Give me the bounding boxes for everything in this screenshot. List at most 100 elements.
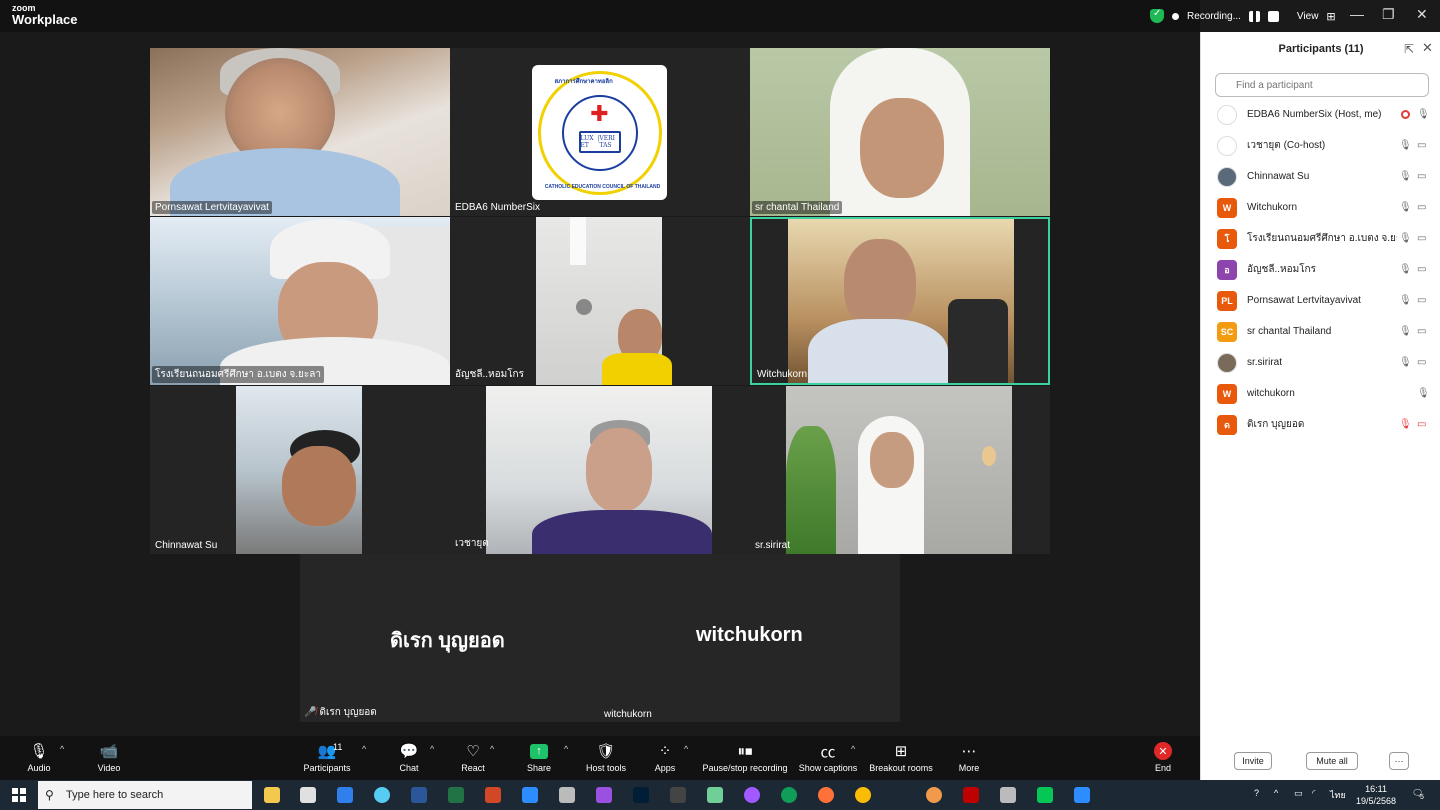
participant-row[interactable]: PL Pornsawat Lertvitayavivat 🎙 ▭ — [1201, 285, 1440, 316]
participant-row[interactable]: เวชายุต (Co-host) 🎙 ▭ — [1201, 130, 1440, 161]
browser-icon[interactable] — [374, 787, 390, 803]
participant-row[interactable]: Wwitchukorn 🎙 — [1201, 378, 1440, 409]
mail-icon[interactable] — [337, 787, 353, 803]
video-off-icon[interactable]: ▭ — [1417, 419, 1426, 430]
file-explorer-icon[interactable] — [264, 787, 280, 803]
video-tile-edba6[interactable]: ✚ LUX ET | VERI TAS สภาการศึกษาคาทอลิก C… — [450, 48, 750, 216]
invite-button[interactable]: Invite — [1234, 752, 1272, 770]
close-icon[interactable]: ✕ — [1416, 6, 1428, 23]
help-icon[interactable]: ? — [1254, 788, 1259, 798]
participant-row[interactable]: Chinnawat Su 🎙 ▭ — [1201, 161, 1440, 192]
audio-only-tiles[interactable]: ดิเรก บุญยอด 🎤̸ ดิเรก บุญยอด witchukorn w… — [300, 554, 900, 722]
video-camera-icon[interactable]: ▭ — [1417, 357, 1426, 368]
video-camera-icon[interactable]: ▭ — [1417, 202, 1426, 213]
stop-recording-icon[interactable] — [1267, 10, 1279, 22]
apps-chevron-icon[interactable]: ^ — [684, 744, 688, 754]
restore-icon[interactable]: ❐ — [1382, 6, 1395, 23]
breakout-rooms-button[interactable]: ⊞ Breakout rooms — [866, 740, 936, 778]
video-tile-wechayut[interactable]: เวชายุต — [450, 386, 750, 554]
notes-icon[interactable] — [707, 787, 723, 803]
video-camera-icon[interactable]: ▭ — [1417, 295, 1426, 306]
qr-app-icon[interactable] — [559, 787, 575, 803]
participant-row[interactable]: W Witchukorn 🎙 ▭ — [1201, 192, 1440, 223]
microphone-icon[interactable]: 🎙 — [1399, 202, 1412, 213]
participant-row[interactable]: อ อัญชลี..หอมโกร 🎙 ▭ — [1201, 254, 1440, 285]
wifi-icon[interactable]: ◜ — [1312, 788, 1316, 799]
film-icon[interactable] — [670, 787, 686, 803]
pause-recording-icon[interactable] — [1248, 10, 1260, 22]
microphone-icon[interactable]: 🎙 — [1399, 326, 1412, 337]
panel-more-button[interactable]: ··· — [1389, 752, 1409, 770]
filezilla-icon[interactable] — [963, 787, 979, 803]
participants-button[interactable]: 👥 11 Participants — [292, 740, 362, 778]
video-tile-anchali[interactable]: อัญชลี..หอมโกร — [450, 217, 750, 385]
participant-row[interactable]: sr.sirirat 🎙 ▭ — [1201, 347, 1440, 378]
microphone-icon[interactable]: 🎙 — [1399, 171, 1412, 182]
microphone-icon[interactable]: 🎙 — [1399, 140, 1412, 151]
react-chevron-icon[interactable]: ^ — [490, 744, 494, 754]
close-panel-icon[interactable]: ✕ — [1422, 40, 1433, 56]
microphone-icon[interactable]: 🎙 — [1399, 295, 1412, 306]
participant-row[interactable]: ด ดิเรก บุญยอด 🎙 ▭ — [1201, 409, 1440, 440]
security-shield-icon[interactable] — [1150, 8, 1164, 23]
language-indicator[interactable]: ไทย — [1330, 788, 1346, 802]
grid-view-icon[interactable]: ⊞ — [1326, 10, 1335, 23]
apps-button[interactable]: ⁘ Apps — [630, 740, 700, 778]
participant-search-input[interactable] — [1215, 73, 1429, 97]
store-icon[interactable] — [300, 787, 316, 803]
video-tile-chinnawat[interactable]: Chinnawat Su — [150, 386, 450, 554]
video-tile-chantal[interactable]: sr chantal Thailand — [750, 48, 1050, 216]
participant-row[interactable]: EDBA6 NumberSix (Host, me) 🎙 — [1201, 99, 1440, 130]
pause-stop-recording-button[interactable]: ⏸⏹ Pause/stop recording — [700, 740, 790, 778]
participants-chevron-icon[interactable]: ^ — [362, 744, 366, 754]
powerpoint-icon[interactable] — [485, 787, 501, 803]
video-tile-pornsawat[interactable]: Pornsawat Lertvitayavivat — [150, 48, 450, 216]
photoshop-icon[interactable] — [633, 787, 649, 803]
more-button[interactable]: ⋯ More — [934, 740, 1004, 778]
microphone-icon[interactable]: 🎙 — [1417, 388, 1430, 399]
taskbar-search-box[interactable]: Type here to search — [38, 781, 252, 809]
video-tile-witchukorn-active-speaker[interactable]: Witchukorn — [750, 217, 1050, 385]
share-chevron-icon[interactable]: ^ — [564, 744, 568, 754]
chat-chevron-icon[interactable]: ^ — [430, 744, 434, 754]
participant-row[interactable]: โ โรงเรียนถนอมศรีศึกษา อ.เบตง จ.ยะลา 🎙 ▭ — [1201, 223, 1440, 254]
video-camera-icon[interactable]: ▭ — [1417, 326, 1426, 337]
end-meeting-button[interactable]: ✕ End — [1128, 740, 1198, 778]
taskbar-clock[interactable]: 16:11 19/5/2568 — [1356, 783, 1396, 807]
mute-all-button[interactable]: Mute all — [1306, 752, 1358, 770]
video-tile-sirirat[interactable]: sr.sirirat — [750, 386, 1050, 554]
video-camera-icon[interactable]: ▭ — [1417, 233, 1426, 244]
app-icon[interactable] — [596, 787, 612, 803]
excel-icon[interactable] — [448, 787, 464, 803]
video-camera-icon[interactable]: ▭ — [1417, 171, 1426, 182]
microphone-muted-icon[interactable]: 🎙 — [1399, 419, 1412, 430]
windows-start-icon[interactable] — [12, 788, 26, 802]
microphone-icon[interactable]: 🎙 — [1417, 109, 1430, 120]
microphone-icon[interactable]: 🎙 — [1399, 264, 1412, 275]
line-icon[interactable] — [1037, 787, 1053, 803]
edge-icon[interactable] — [781, 787, 797, 803]
video-button[interactable]: 📹 Video — [74, 740, 144, 778]
minimize-icon[interactable]: — — [1350, 6, 1364, 22]
microphone-icon[interactable]: 🎙 — [1399, 233, 1412, 244]
word-icon[interactable] — [411, 787, 427, 803]
tray-chevron-icon[interactable]: ^ — [1274, 788, 1278, 798]
react-button[interactable]: ♡ React — [438, 740, 508, 778]
zoom-taskbar-icon[interactable] — [522, 787, 538, 803]
app-orange-icon[interactable] — [926, 787, 942, 803]
view-button[interactable]: View — [1297, 11, 1319, 22]
video-tile-school[interactable]: โรงเรียนถนอมศรีศึกษา อ.เบตง จ.ยะลา — [150, 217, 450, 385]
pop-out-icon[interactable]: ⇱ — [1404, 42, 1414, 56]
video-camera-icon[interactable]: ▭ — [1417, 140, 1426, 151]
participant-row[interactable]: SC sr chantal Thailand 🎙 ▭ — [1201, 316, 1440, 347]
camera-app-icon[interactable] — [1074, 787, 1090, 803]
device-icon[interactable] — [1000, 787, 1016, 803]
battery-icon[interactable]: ▭ — [1294, 788, 1303, 799]
chrome-icon[interactable] — [855, 787, 871, 803]
audio-options-chevron-icon[interactable]: ^ — [60, 744, 64, 754]
microphone-icon[interactable]: 🎙 — [1399, 357, 1412, 368]
firefox-icon[interactable] — [818, 787, 834, 803]
messenger-icon[interactable] — [744, 787, 760, 803]
video-camera-icon[interactable]: ▭ — [1417, 264, 1426, 275]
captions-chevron-icon[interactable]: ^ — [851, 744, 855, 754]
